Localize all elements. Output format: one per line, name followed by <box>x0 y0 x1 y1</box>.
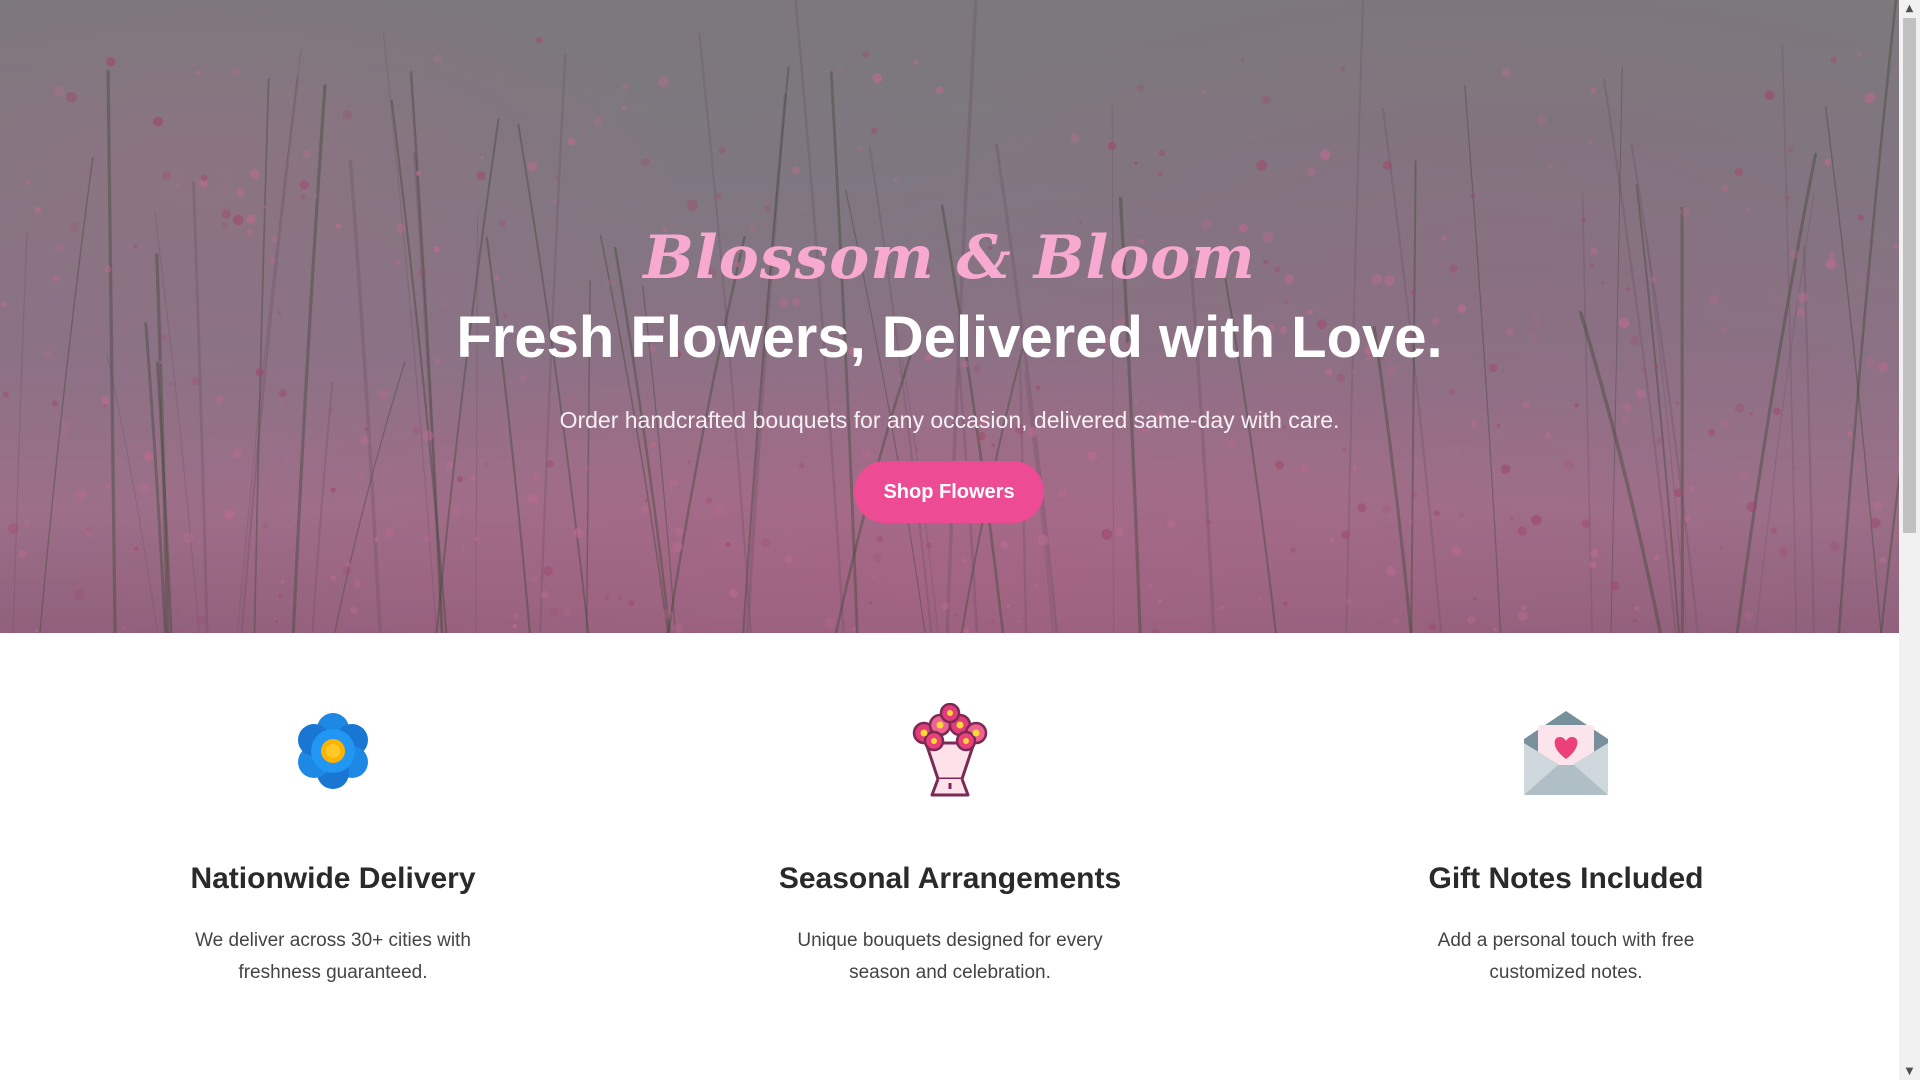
flower-icon <box>285 703 381 799</box>
feature-title: Seasonal Arrangements <box>778 862 1122 895</box>
love-letter-icon <box>1518 703 1614 799</box>
feature-seasonal-arrangements: Seasonal Arrangements Unique bouquets de… <box>650 633 1250 1080</box>
feature-description: We deliver across 30+ cities with freshn… <box>195 930 471 983</box>
scroll-up-arrow-icon[interactable]: ▲ <box>1899 0 1920 17</box>
feature-nationwide-delivery: Nationwide Delivery We deliver across 30… <box>33 633 633 1080</box>
scrollbar-thumb[interactable] <box>1903 18 1916 533</box>
bouquet-icon <box>902 702 998 799</box>
feature-description: Add a personal touch with free customize… <box>1437 930 1695 983</box>
hero-section: Blossom & Bloom Fresh Flowers, Delivered… <box>0 0 1899 633</box>
features-section: Nationwide Delivery We deliver across 30… <box>0 633 1899 1080</box>
vertical-scrollbar[interactable]: ▲ ▼ <box>1899 0 1920 1080</box>
page: Blossom & Bloom Fresh Flowers, Delivered… <box>0 0 1920 1080</box>
brand-title: Blossom & Bloom <box>643 223 1256 293</box>
feature-title: Nationwide Delivery <box>190 862 476 895</box>
feature-description: Unique bouquets designed for every seaso… <box>797 930 1103 983</box>
scroll-down-arrow-icon[interactable]: ▼ <box>1899 1063 1920 1080</box>
feature-title: Gift Notes Included <box>1428 862 1704 895</box>
hero-content: Blossom & Bloom Fresh Flowers, Delivered… <box>0 0 1899 633</box>
page-content: Blossom & Bloom Fresh Flowers, Delivered… <box>0 0 1899 1080</box>
hero-headline: Fresh Flowers, Delivered with Love. <box>456 305 1443 370</box>
hero-subheadline: Order handcrafted bouquets for any occas… <box>559 407 1340 433</box>
feature-gift-notes: Gift Notes Included Add a personal touch… <box>1266 633 1866 1080</box>
shop-flowers-button[interactable]: Shop Flowers <box>854 461 1044 523</box>
